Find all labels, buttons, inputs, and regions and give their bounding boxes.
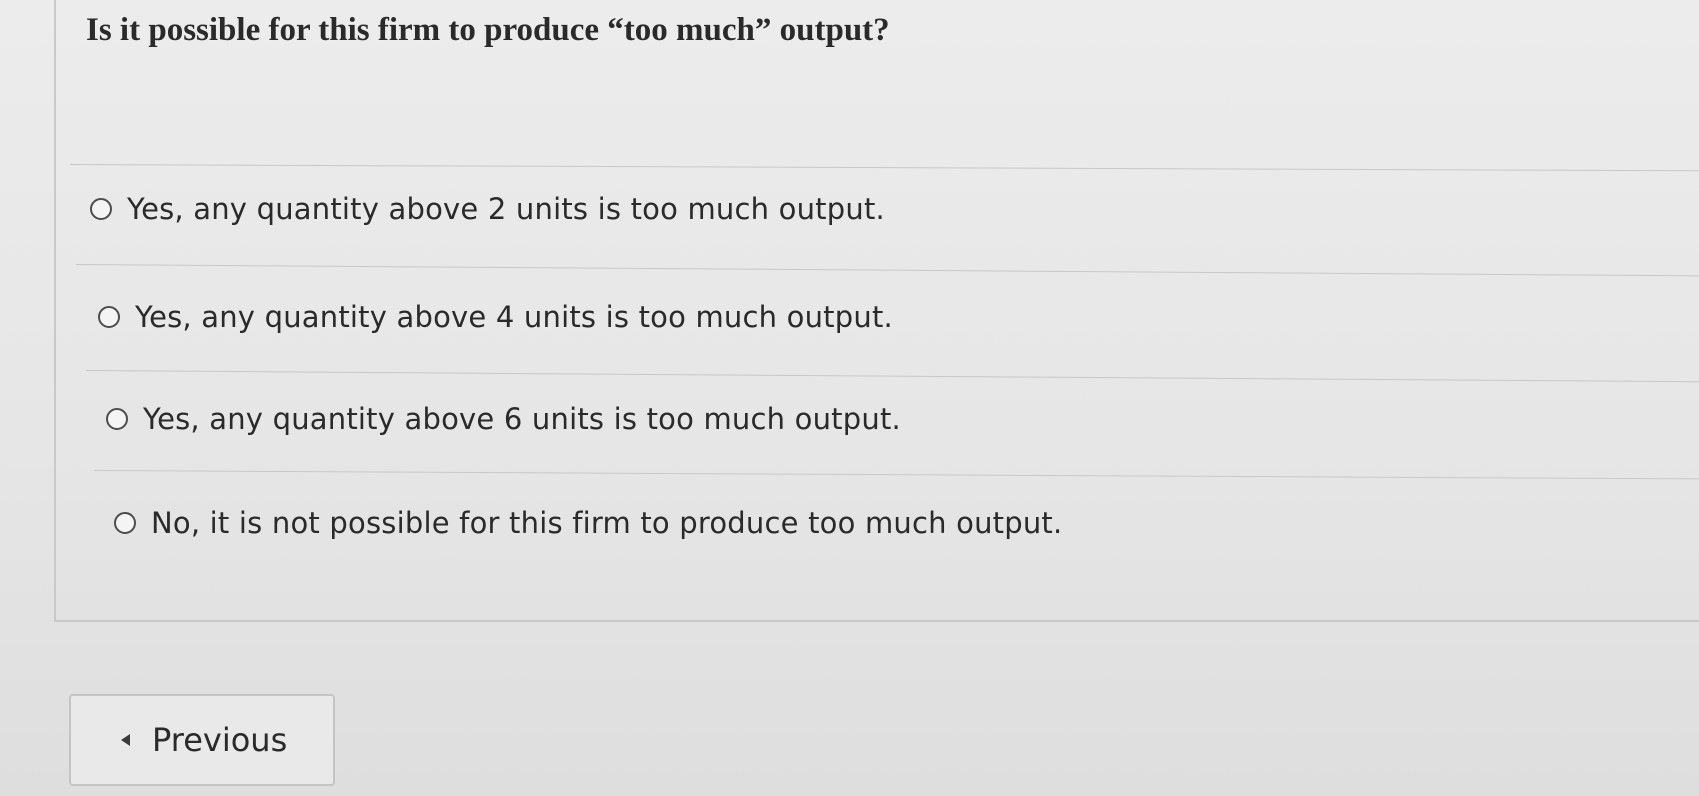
option-row-3[interactable]: Yes, any quantity above 6 units is too m… [106, 402, 901, 436]
option-label-1: Yes, any quantity above 2 units is too m… [127, 192, 885, 226]
option-row-1[interactable]: Yes, any quantity above 2 units is too m… [90, 192, 885, 226]
left-triangle-icon [121, 734, 130, 746]
answer-options: Yes, any quantity above 2 units is too m… [0, 0, 1699, 796]
radio-button-3[interactable] [106, 408, 128, 430]
option-divider [93, 470, 1699, 480]
previous-button[interactable]: Previous [69, 694, 335, 786]
radio-button-2[interactable] [98, 306, 120, 328]
option-divider [69, 164, 1699, 172]
option-label-2: Yes, any quantity above 4 units is too m… [135, 300, 893, 334]
option-divider [75, 264, 1699, 277]
option-row-4[interactable]: No, it is not possible for this firm to … [114, 506, 1062, 540]
option-divider [85, 370, 1699, 383]
option-row-2[interactable]: Yes, any quantity above 4 units is too m… [98, 300, 893, 334]
radio-button-4[interactable] [114, 512, 136, 534]
option-label-4: No, it is not possible for this firm to … [151, 506, 1063, 540]
previous-label: Previous [152, 721, 288, 759]
option-label-3: Yes, any quantity above 6 units is too m… [143, 402, 901, 436]
radio-button-1[interactable] [90, 198, 112, 220]
